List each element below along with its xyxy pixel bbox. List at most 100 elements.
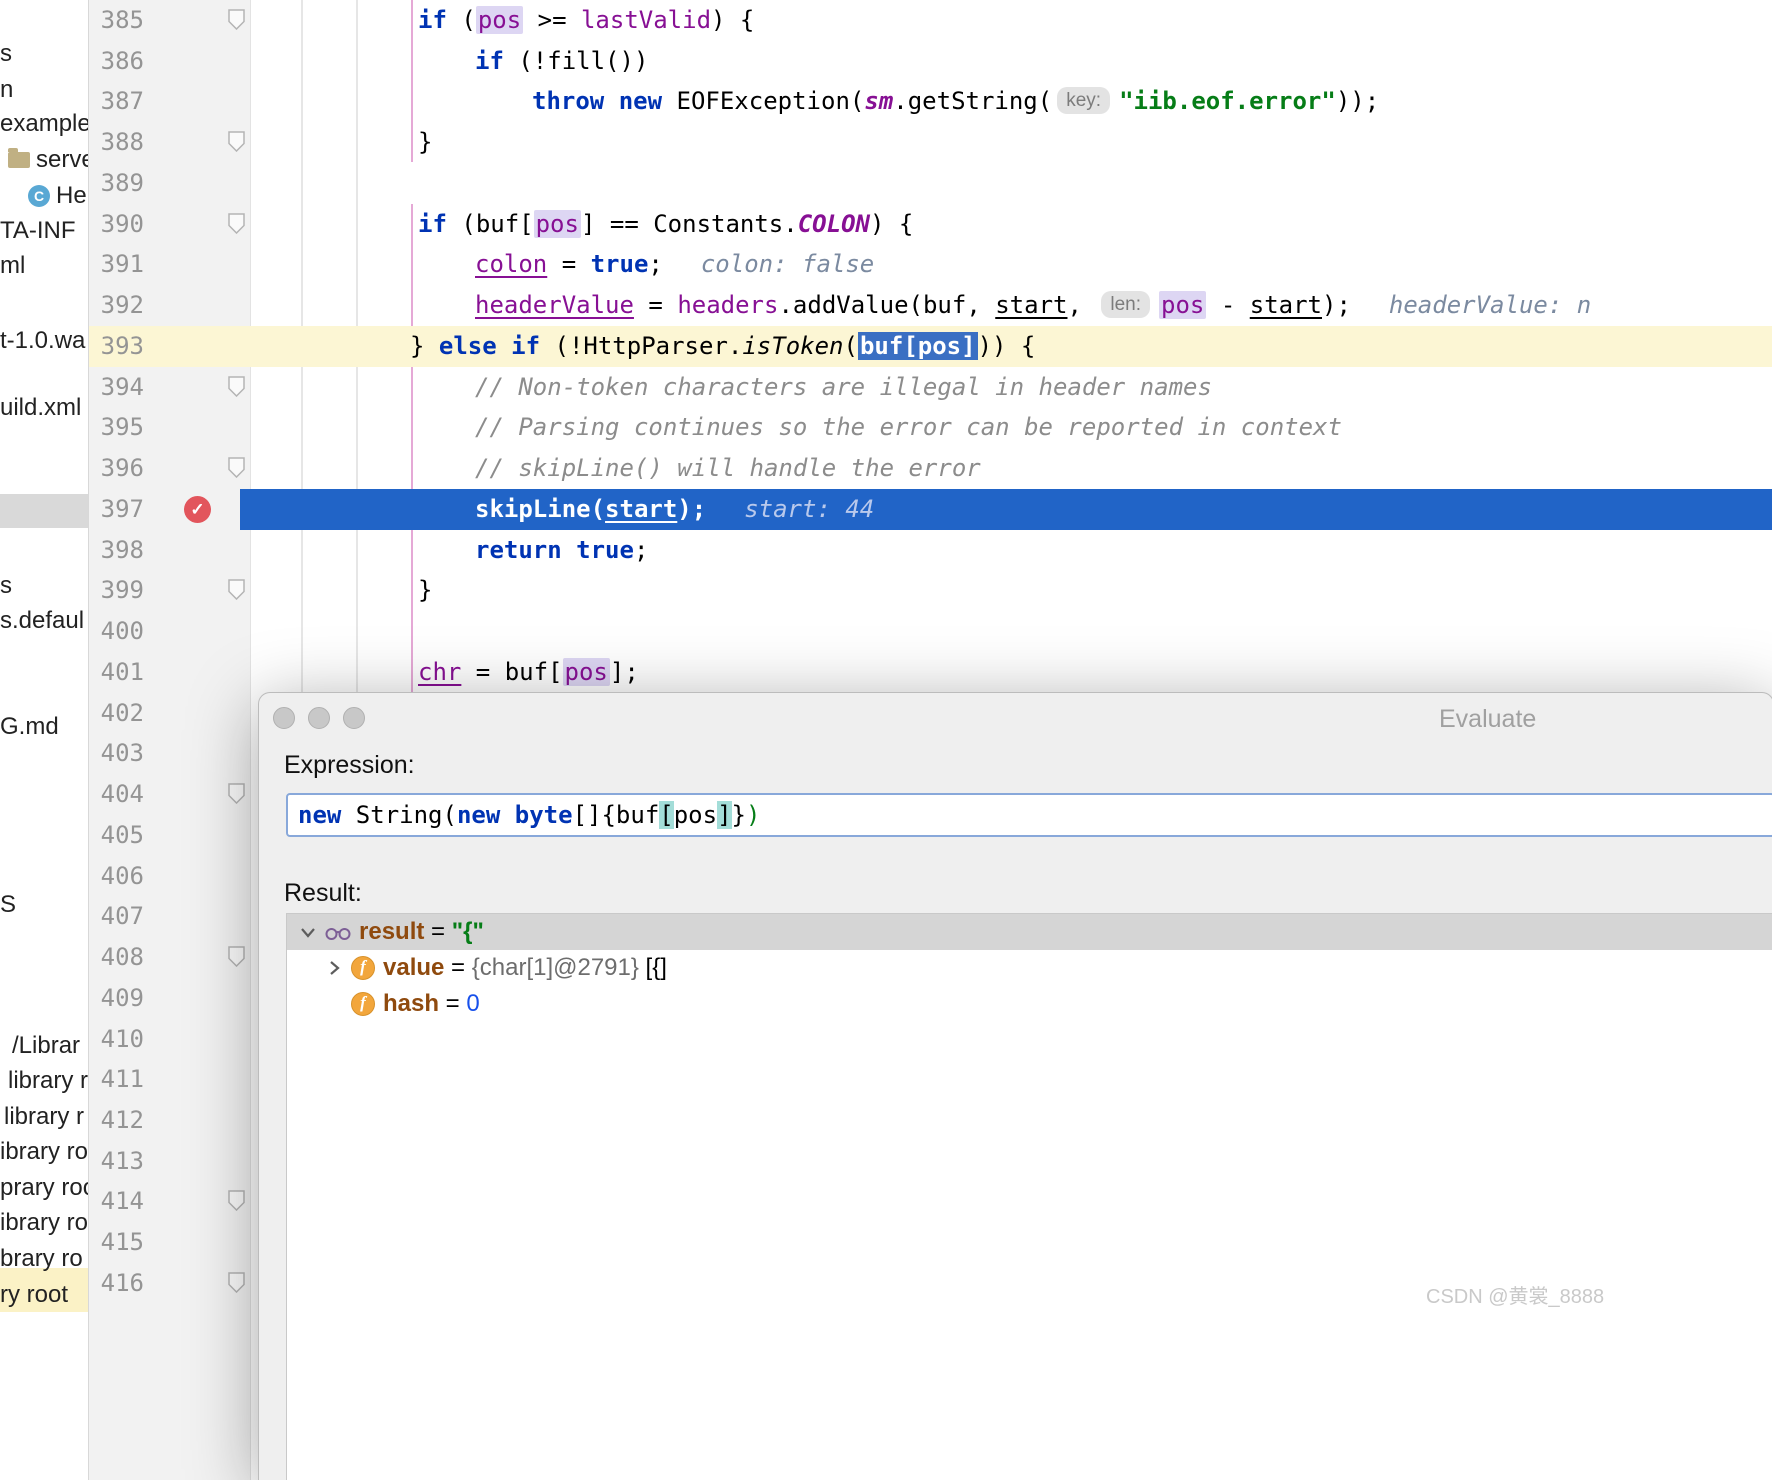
result-tree-row-value[interactable]: fvalue = {char[1]@2791} [{] xyxy=(287,950,1772,986)
code-token: if xyxy=(511,332,540,360)
project-item-label: ibrary ro xyxy=(0,1136,88,1168)
fold-marker-icon[interactable] xyxy=(228,783,245,804)
project-tree-item[interactable]: servel xyxy=(8,144,89,176)
line-number[interactable]: 410 xyxy=(88,1019,144,1060)
project-tree-item[interactable]: library r xyxy=(8,1065,88,1097)
fold-marker-icon[interactable] xyxy=(228,376,245,397)
code-token: pos xyxy=(476,6,523,34)
fold-marker-icon[interactable] xyxy=(228,1272,245,1293)
code-token: } xyxy=(418,576,432,604)
project-tree-item[interactable]: s xyxy=(0,570,12,602)
result-tree-row-hash[interactable]: fhash = 0 xyxy=(287,986,1772,1022)
project-tree-item[interactable]: s xyxy=(0,38,12,70)
project-tree-item[interactable]: S xyxy=(0,889,16,921)
line-number[interactable]: 386 xyxy=(88,41,144,82)
project-tree-item[interactable]: ry root xyxy=(0,1279,68,1311)
code-token: if xyxy=(418,6,447,34)
code-token: chr xyxy=(418,658,461,686)
code-line-395: // Parsing continues so the error can be… xyxy=(475,407,1342,448)
close-button[interactable] xyxy=(273,707,295,729)
project-tree-item[interactable]: example xyxy=(0,108,89,140)
line-number[interactable]: 416 xyxy=(88,1263,144,1304)
fold-marker-icon[interactable] xyxy=(228,1190,245,1211)
chevron-down-icon[interactable] xyxy=(297,921,319,943)
minimize-button[interactable] xyxy=(308,707,330,729)
line-number[interactable]: 403 xyxy=(88,733,144,774)
fold-marker-icon[interactable] xyxy=(228,457,245,478)
project-tree-item[interactable]: t-1.0.wa xyxy=(0,325,85,357)
line-number[interactable]: 393 xyxy=(88,326,144,367)
variable-name: hash xyxy=(383,990,439,1018)
line-number[interactable]: 399 xyxy=(88,570,144,611)
fold-marker-icon[interactable] xyxy=(228,213,245,234)
result-tree-row-result[interactable]: result = "{" xyxy=(287,914,1772,950)
project-tree-item[interactable]: CHe xyxy=(28,180,87,212)
line-number[interactable]: 395 xyxy=(88,407,144,448)
line-number[interactable]: 400 xyxy=(88,611,144,652)
project-tree-item[interactable]: prary roo xyxy=(0,1172,89,1204)
project-tree-item[interactable]: uild.xml xyxy=(0,392,81,424)
fold-marker-icon[interactable] xyxy=(228,131,245,152)
line-number[interactable]: 407 xyxy=(88,896,144,937)
code-token: pos xyxy=(534,210,581,238)
code-token: {char[1]@2791} xyxy=(472,954,639,982)
code-token: ) { xyxy=(870,210,913,238)
project-tree-item[interactable]: ibrary ro xyxy=(0,1136,88,1168)
line-number[interactable]: 415 xyxy=(88,1222,144,1263)
code-token: isToken xyxy=(742,332,843,360)
project-tree-item[interactable]: library r xyxy=(4,1101,84,1133)
line-number[interactable]: 392 xyxy=(88,285,144,326)
project-tree-item[interactable]: brary ro xyxy=(0,1243,83,1275)
line-number[interactable]: 397 xyxy=(88,489,144,530)
line-number[interactable]: 389 xyxy=(88,163,144,204)
fold-marker-icon[interactable] xyxy=(228,579,245,600)
project-tree-selected-row[interactable] xyxy=(0,494,88,528)
code-token: start xyxy=(605,495,677,523)
project-tree-item[interactable]: /Librar xyxy=(12,1030,80,1062)
line-number[interactable]: 402 xyxy=(88,693,144,734)
code-token: pos xyxy=(563,658,610,686)
line-number[interactable]: 408 xyxy=(88,937,144,978)
project-tree-item[interactable]: n xyxy=(0,74,13,106)
code-token: ; xyxy=(648,250,662,278)
code-token: = xyxy=(439,990,466,1018)
line-number[interactable]: 414 xyxy=(88,1181,144,1222)
result-label: Result: xyxy=(284,879,362,908)
line-number[interactable]: 388 xyxy=(88,122,144,163)
line-number[interactable]: 406 xyxy=(88,856,144,897)
project-tree-item[interactable]: ibrary ro xyxy=(0,1207,88,1239)
line-number[interactable]: 411 xyxy=(88,1059,144,1100)
project-tree-item[interactable]: ml xyxy=(0,250,25,282)
code-token: pos xyxy=(674,801,717,829)
chevron-right-icon[interactable] xyxy=(323,957,345,979)
line-number[interactable]: 394 xyxy=(88,367,144,408)
line-number[interactable]: 405 xyxy=(88,815,144,856)
line-number[interactable]: 398 xyxy=(88,530,144,571)
code-token xyxy=(562,536,576,564)
line-number[interactable]: 387 xyxy=(88,81,144,122)
zoom-button[interactable] xyxy=(343,707,365,729)
line-number[interactable]: 401 xyxy=(88,652,144,693)
code-line-391: colon = true;colon: false xyxy=(475,244,874,285)
fold-marker-icon[interactable] xyxy=(228,946,245,967)
line-number[interactable]: 385 xyxy=(88,0,144,41)
expression-input[interactable]: new String(new byte[]{buf[pos]}) xyxy=(286,793,1772,837)
line-number[interactable]: 412 xyxy=(88,1100,144,1141)
line-number[interactable]: 391 xyxy=(88,244,144,285)
fold-marker-icon[interactable] xyxy=(228,9,245,30)
variable-name: result xyxy=(359,918,424,946)
line-number[interactable]: 413 xyxy=(88,1141,144,1182)
code-line-392: headerValue = headers.addValue(buf, star… xyxy=(475,285,1591,326)
line-number[interactable]: 409 xyxy=(88,978,144,1019)
project-tree-item[interactable]: G.md xyxy=(0,711,59,743)
code-token: buf xyxy=(616,801,659,829)
line-number[interactable]: 396 xyxy=(88,448,144,489)
line-number[interactable]: 404 xyxy=(88,774,144,815)
project-tree-item[interactable]: s.defaul xyxy=(0,605,84,637)
code-line-393: } else if (!HttpParser.isToken(buf[pos])… xyxy=(410,326,1035,367)
line-number[interactable]: 390 xyxy=(88,204,144,245)
breakpoint-verified-icon[interactable]: ✓ xyxy=(184,496,211,523)
project-tree-item[interactable]: TA-INF xyxy=(0,215,76,247)
code-token: ]; xyxy=(610,658,639,686)
code-token: // Parsing continues so the error can be… xyxy=(475,413,1342,441)
